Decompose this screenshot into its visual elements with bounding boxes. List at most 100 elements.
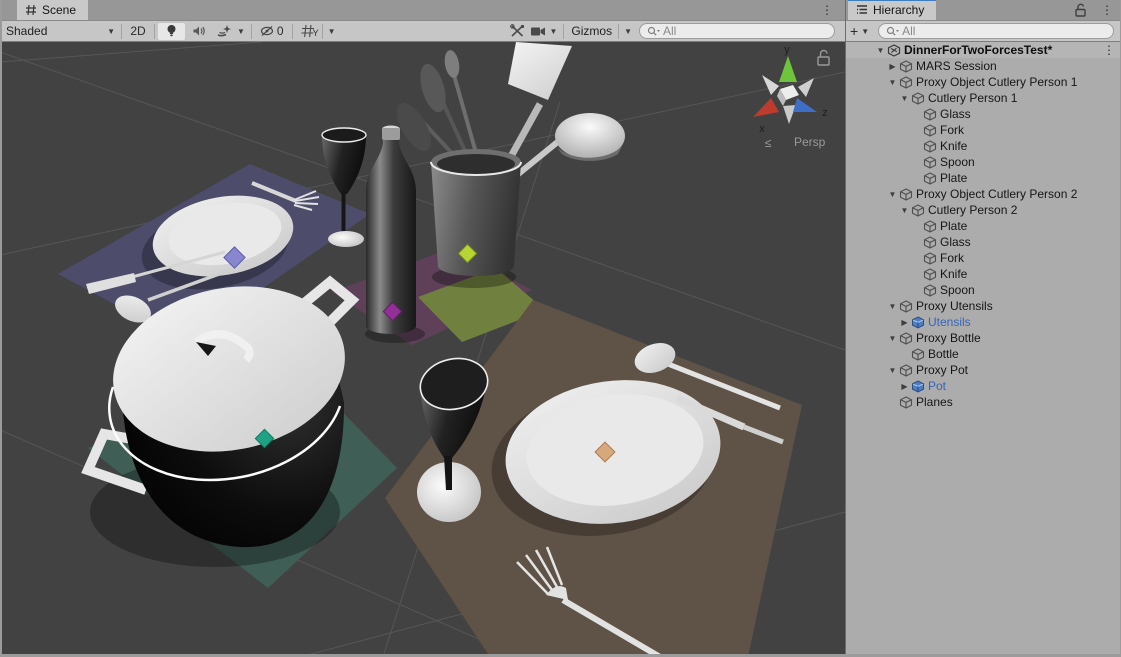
hierarchy-panel-menu-icon[interactable]: ⋮ [1101,2,1113,18]
grid-visibility-dropdown[interactable]: Y ▼ [296,23,339,40]
gameobject-cube-icon [923,284,937,297]
tree-item[interactable]: Glass [846,234,1121,250]
create-object-dropdown[interactable]: + ▼ [850,23,872,39]
tree-item[interactable]: ▼ Cutlery Person 2 [846,202,1121,218]
grid-toggle-button[interactable]: Y [296,23,320,40]
axis-label-y: y [784,44,790,56]
tree-item-label: Glass [940,107,971,121]
gameobject-cube-icon [911,92,925,105]
chevron-down-icon: ▼ [621,27,635,36]
chevron-down-icon: ▼ [546,27,560,36]
lock-open-icon[interactable] [1074,3,1087,17]
foldout-open-icon[interactable]: ▼ [898,206,911,215]
tree-item[interactable]: ▼ Proxy Object Cutlery Person 1 [846,74,1121,90]
hierarchy-search-field[interactable] [878,23,1114,39]
effects-star-icon [217,24,232,38]
tree-item-label: Plate [940,219,967,233]
camera-icon [530,26,546,37]
foldout-open-icon[interactable]: ▼ [886,334,899,343]
tree-item[interactable]: ▶ Pot [846,378,1121,394]
toolbar-separator [121,24,122,39]
unity-editor-window: Scene ⋮ Shaded ▼ 2D [0,0,1121,657]
scene-viewport[interactable]: y x z ≤ Persp [0,42,845,657]
tree-item[interactable]: ▶ Utensils [846,314,1121,330]
hierarchy-tree: ▼ DinnerForTwoForcesTest* ⋮ ▶ MARS Sessi… [846,42,1121,657]
tree-item[interactable]: Glass [846,106,1121,122]
gameobject-cube-icon [911,348,925,361]
scene-search-input[interactable] [663,24,827,38]
scene-panel: Scene ⋮ Shaded ▼ 2D [0,0,845,657]
foldout-open-icon[interactable]: ▼ [886,190,899,199]
tree-item[interactable]: Fork [846,122,1121,138]
tree-item-label: Bottle [928,347,959,361]
scene-effects-dropdown[interactable]: ▼ [212,23,248,40]
eye-hidden-icon [260,25,275,37]
tree-item[interactable]: ▼ Proxy Object Cutlery Person 2 [846,186,1121,202]
foldout-open-icon[interactable]: ▼ [886,366,899,375]
gameobject-cube-icon [923,268,937,281]
tree-item-label: Fork [940,123,964,137]
tree-item[interactable]: ▶ MARS Session [846,58,1121,74]
tree-item-label: Glass [940,235,971,249]
toolbar-separator [292,24,293,39]
tree-item[interactable]: Plate [846,170,1121,186]
foldout-closed-icon[interactable]: ▶ [898,382,911,391]
tree-item-label: Spoon [940,283,975,297]
tree-item-label: Knife [940,267,967,281]
scene-root-row[interactable]: ▼ DinnerForTwoForcesTest* ⋮ [846,42,1121,58]
scene-tab-label: Scene [42,3,76,17]
foldout-closed-icon[interactable]: ▶ [886,62,899,71]
foldout-open-icon[interactable]: ▼ [898,94,911,103]
foldout-closed-icon[interactable]: ▶ [898,318,911,327]
draw-mode-dropdown[interactable]: Shaded ▼ [0,21,118,42]
tree-item-label: Proxy Utensils [916,299,993,313]
tab-scene[interactable]: Scene [17,0,88,20]
hierarchy-search-input[interactable] [902,24,1106,38]
tree-item[interactable]: Planes [846,394,1121,410]
tree-item[interactable]: Knife [846,266,1121,282]
tab-hierarchy[interactable]: Hierarchy [848,0,936,20]
scene-row-menu-icon[interactable]: ⋮ [1103,42,1115,58]
foldout-open-icon[interactable]: ▼ [874,46,887,55]
tree-item-label: Cutlery Person 1 [928,91,1017,105]
foldout-open-icon[interactable]: ▼ [886,302,899,311]
tree-item-label: Proxy Object Cutlery Person 2 [916,187,1077,201]
tree-item[interactable]: Spoon [846,154,1121,170]
persp-label[interactable]: Persp [794,135,826,149]
scene-audio-button[interactable] [185,23,212,40]
tree-item-label: Knife [940,139,967,153]
hierarchy-toolbar: + ▼ [846,21,1121,42]
gizmos-dropdown[interactable]: Gizmos ▼ [567,24,635,39]
chevron-down-icon: ▼ [325,27,339,36]
scene-effects-button[interactable] [212,23,234,40]
scene-grid-icon [25,4,37,16]
tree-item[interactable]: Bottle [846,346,1121,362]
tree-item[interactable]: ▼ Proxy Pot [846,362,1121,378]
scene-search-field[interactable] [639,23,835,39]
gameobject-cube-icon [899,332,913,345]
scene-name: DinnerForTwoForcesTest* [904,43,1052,57]
scene-lighting-button[interactable] [158,23,185,40]
chevron-down-icon: ▼ [858,27,872,36]
2d-toggle-button[interactable]: 2D [125,23,151,40]
scene-visibility-button[interactable]: 0 [255,23,289,40]
draw-mode-label: Shaded [6,24,47,38]
tree-item[interactable]: ▼ Proxy Bottle [846,330,1121,346]
scene-camera-dropdown[interactable]: ▼ [530,26,560,37]
tree-item[interactable]: ▼ Cutlery Person 1 [846,90,1121,106]
tree-item[interactable]: Spoon [846,282,1121,298]
chevron-down-icon: ▼ [234,27,248,36]
gizmos-label: Gizmos [567,24,616,38]
scene-3d-canvas[interactable]: y x z ≤ Persp [0,42,845,657]
scene-panel-menu-icon[interactable]: ⋮ [821,2,833,18]
tree-item-label: Plate [940,171,967,185]
gameobject-cube-icon [923,108,937,121]
tree-item[interactable]: Plate [846,218,1121,234]
gameobject-cube-icon [923,220,937,233]
tree-item[interactable]: Fork [846,250,1121,266]
gameobject-cube-icon [923,172,937,185]
component-tools-button[interactable] [505,23,530,40]
tree-item[interactable]: Knife [846,138,1121,154]
foldout-open-icon[interactable]: ▼ [886,78,899,87]
tree-item[interactable]: ▼ Proxy Utensils [846,298,1121,314]
